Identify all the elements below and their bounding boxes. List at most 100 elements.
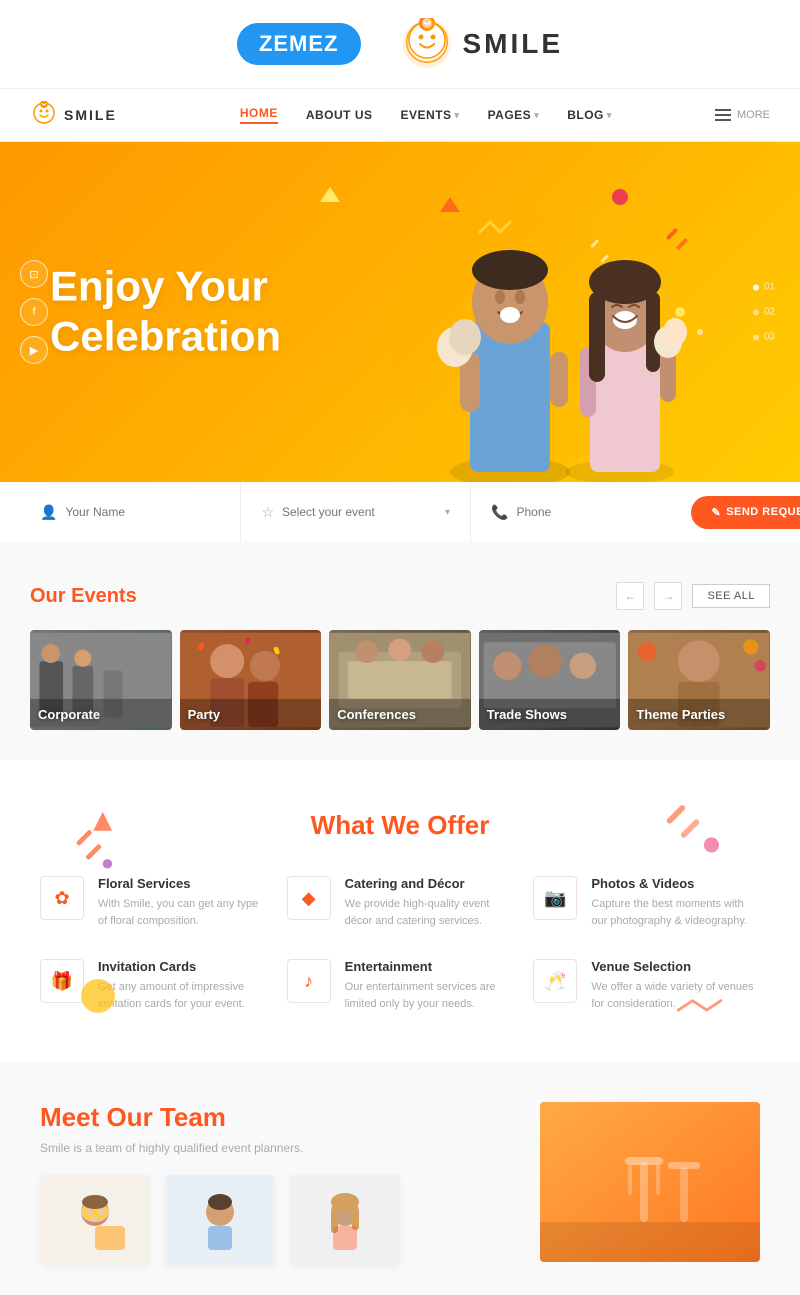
- card-bg-party: Party: [180, 630, 322, 730]
- invitation-desc: Get any amount of impressive invitation …: [98, 979, 267, 1012]
- name-input[interactable]: [65, 505, 220, 519]
- name-field[interactable]: 👤: [20, 482, 241, 542]
- events-chevron-icon: ▾: [455, 110, 460, 121]
- event-card-tradeshows[interactable]: Trade Shows: [479, 630, 621, 730]
- offer-entertainment: ♪ Entertainment Our entertainment servic…: [287, 959, 514, 1012]
- event-chevron-icon: ▾: [445, 507, 450, 518]
- offer-floral: ✿ Floral Services With Smile, you can ge…: [40, 876, 267, 929]
- hamburger-icon: [715, 109, 731, 121]
- prev-arrow-button[interactable]: ←: [616, 582, 644, 610]
- event-label-tradeshows: Trade Shows: [487, 707, 567, 722]
- catering-icon-wrap: ◆: [287, 876, 331, 920]
- event-select[interactable]: [282, 505, 437, 519]
- event-label-themeparties: Theme Parties: [636, 707, 725, 722]
- hero-section: ⊡ f ▶ Enjoy Your Celebration: [0, 142, 800, 482]
- events-section: Our Events ← → SEE ALL Corpo: [0, 542, 800, 760]
- catering-title: Catering and Décor: [345, 876, 514, 891]
- card-bg-tradeshows: Trade Shows: [479, 630, 621, 730]
- team-inner: Meet Our Team Smile is a team of highly …: [40, 1102, 760, 1265]
- team-title: Meet Our Team: [40, 1102, 520, 1133]
- invitation-title: Invitation Cards: [98, 959, 267, 974]
- card-bg-themeparties: Theme Parties: [628, 630, 770, 730]
- hero-text: Enjoy Your Celebration: [50, 262, 281, 363]
- slide-3-dot: [753, 334, 759, 340]
- nav-more-menu[interactable]: MORE: [715, 109, 770, 121]
- offer-photos: 📷 Photos & Videos Capture the best momen…: [533, 876, 760, 929]
- event-card-conferences[interactable]: Conferences: [329, 630, 471, 730]
- invitation-icon: 🎁: [51, 971, 73, 992]
- card-bg-conferences: Conferences: [329, 630, 471, 730]
- nav-links: HOME ABOUT US EVENTS ▾ PAGES ▾ BLOG ▾: [167, 106, 685, 124]
- entertainment-title: Entertainment: [345, 959, 514, 974]
- event-label-conferences: Conferences: [337, 707, 416, 722]
- see-all-button[interactable]: SEE ALL: [692, 584, 770, 608]
- phone-input[interactable]: [516, 505, 671, 519]
- slide-2-num: 02: [764, 307, 775, 318]
- pages-chevron-icon: ▾: [534, 110, 539, 121]
- floral-title: Floral Services: [98, 876, 267, 891]
- team-cards: [40, 1175, 520, 1265]
- member-2-photo: [165, 1175, 275, 1265]
- offer-catering: ◆ Catering and Décor We provide high-qua…: [287, 876, 514, 929]
- venue-icon-wrap: 🥂: [533, 959, 577, 1003]
- entertainment-content: Entertainment Our entertainment services…: [345, 959, 514, 1012]
- entertainment-icon-wrap: ♪: [287, 959, 331, 1003]
- venue-title: Venue Selection: [591, 959, 760, 974]
- slide-1[interactable]: 01: [753, 282, 775, 293]
- entertainment-icon: ♪: [304, 971, 313, 992]
- promo-bar: ZEMEZ SMILE: [0, 0, 800, 89]
- photos-icon-wrap: 📷: [533, 876, 577, 920]
- slide-3[interactable]: 03: [753, 332, 775, 343]
- offer-section: What We Offer ✿ Floral Services With Smi…: [0, 760, 800, 1062]
- next-arrow-button[interactable]: →: [654, 582, 682, 610]
- phone-field[interactable]: 📞: [471, 482, 691, 542]
- events-header: Our Events ← → SEE ALL: [30, 582, 770, 610]
- events-title: Our Events: [30, 585, 137, 608]
- photos-desc: Capture the best moments with our photog…: [591, 896, 760, 929]
- offer-venue: 🥂 Venue Selection We offer a wide variet…: [533, 959, 760, 1012]
- hero-title: Enjoy Your Celebration: [50, 262, 281, 363]
- venue-content: Venue Selection We offer a wide variety …: [591, 959, 760, 1012]
- venue-desc: We offer a wide variety of venues for co…: [591, 979, 760, 1012]
- smile-brand-name: SMILE: [463, 28, 564, 60]
- nav-events[interactable]: EVENTS ▾: [401, 108, 460, 122]
- phone-icon: 📞: [491, 504, 508, 521]
- nav-about[interactable]: ABOUT US: [306, 108, 373, 122]
- smile-brand-icon: [401, 18, 453, 70]
- smile-brand: SMILE: [401, 18, 564, 70]
- event-card-corporate[interactable]: Corporate: [30, 630, 172, 730]
- slide-2[interactable]: 02: [753, 307, 775, 318]
- event-label-party: Party: [188, 707, 221, 722]
- zemez-logo[interactable]: ZEMEZ: [237, 23, 361, 65]
- card-bg-corporate: Corporate: [30, 630, 172, 730]
- nav-logo-text: SMILE: [64, 107, 117, 123]
- nav-blog[interactable]: BLOG ▾: [567, 108, 612, 122]
- slide-2-dot: [753, 309, 759, 315]
- slide-indicators: 01 02 03: [753, 282, 775, 343]
- team-member-3[interactable]: [290, 1175, 400, 1265]
- team-member-2[interactable]: [165, 1175, 275, 1265]
- member-3-photo: [290, 1175, 400, 1265]
- offer-invitation: 🎁 Invitation Cards Get any amount of imp…: [40, 959, 267, 1012]
- team-sidebar: ▶: [540, 1102, 760, 1262]
- social-facebook[interactable]: f: [20, 298, 48, 326]
- hero-socials: ⊡ f ▶: [20, 260, 48, 364]
- floral-icon-wrap: ✿: [40, 876, 84, 920]
- offer-title: What We Offer: [40, 810, 760, 841]
- invitation-icon-wrap: 🎁: [40, 959, 84, 1003]
- team-member-1[interactable]: [40, 1175, 150, 1265]
- send-request-button[interactable]: ✎ SEND REQUEST: [691, 496, 800, 529]
- event-field[interactable]: ☆ ▾: [241, 482, 471, 542]
- nav-pages[interactable]: PAGES ▾: [488, 108, 540, 122]
- floral-icon: ✿: [54, 888, 69, 909]
- event-card-party[interactable]: Party: [180, 630, 322, 730]
- instagram-icon: ⊡: [29, 268, 38, 281]
- member-1-photo: [40, 1175, 150, 1265]
- event-card-themeparties[interactable]: Theme Parties: [628, 630, 770, 730]
- offer-grid: ✿ Floral Services With Smile, you can ge…: [40, 876, 760, 1012]
- nav-home[interactable]: HOME: [240, 106, 278, 124]
- floral-content: Floral Services With Smile, you can get …: [98, 876, 267, 929]
- youtube-icon: ▶: [30, 344, 38, 357]
- social-youtube[interactable]: ▶: [20, 336, 48, 364]
- social-instagram[interactable]: ⊡: [20, 260, 48, 288]
